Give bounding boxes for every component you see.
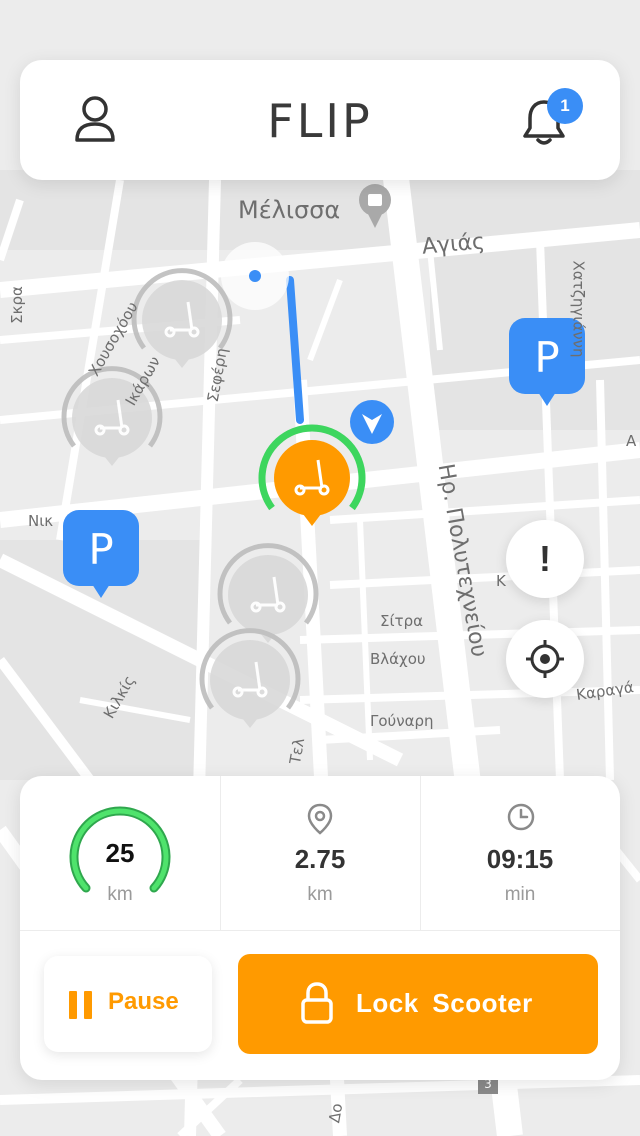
street-label: Δο — [325, 1101, 347, 1125]
street-label: Χατζηγιάννη — [569, 260, 588, 358]
navigation-arrow-icon — [350, 400, 394, 444]
crosshair-icon — [526, 640, 564, 678]
alert-icon: ! — [539, 538, 551, 579]
battery-unit: km — [107, 884, 133, 905]
street-label: Σκρα — [7, 286, 26, 324]
street-label: Μέλισσα — [238, 196, 341, 224]
time-value: 09:15 — [486, 844, 554, 874]
lock-scooter-button[interactable]: Lock Scooter — [238, 954, 598, 1054]
street-label: Α — [626, 432, 637, 450]
top-bar: FLIP — [20, 60, 620, 180]
pause-label: Pause — [108, 988, 179, 1015]
battery-value: 25 — [105, 838, 135, 868]
distance-unit: km — [307, 884, 333, 905]
parking-label: P — [534, 333, 559, 382]
pin-icon — [307, 803, 333, 835]
pause-button[interactable]: Pause — [44, 956, 212, 1052]
lock-icon — [301, 982, 333, 1024]
pause-icon — [69, 991, 92, 1019]
street-label: Νικ — [28, 512, 54, 530]
street-label: Κ — [496, 572, 506, 590]
distance-stat: 2.75 km — [220, 776, 420, 930]
street-label: Γούναρη — [370, 712, 434, 730]
ride-panel: 25 km 2.75 km 09:15 min Pause Lock Scoot… — [20, 776, 620, 1080]
locate-me-button[interactable] — [506, 620, 584, 698]
distance-value: 2.75 — [294, 844, 346, 874]
time-stat: 09:15 min — [420, 776, 620, 930]
battery-stat: 25 km — [20, 776, 220, 930]
divider — [20, 930, 620, 931]
time-unit: min — [504, 884, 536, 905]
street-label: Βλάχου — [370, 650, 426, 668]
notification-badge: 1 — [547, 88, 583, 124]
street-label: Σίτρα — [380, 612, 423, 630]
lock-scooter-label: Lock Scooter — [356, 988, 533, 1018]
parking-marker[interactable]: P — [63, 510, 139, 598]
report-button[interactable]: ! — [506, 520, 584, 598]
clock-icon — [507, 803, 535, 831]
parking-label: P — [88, 525, 113, 574]
